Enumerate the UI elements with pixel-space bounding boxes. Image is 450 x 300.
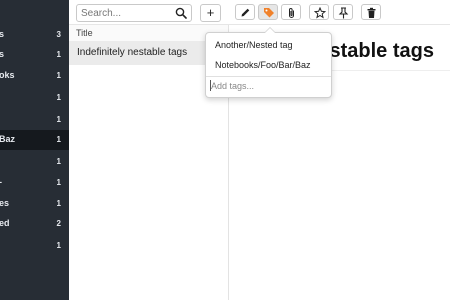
attachment-button[interactable] xyxy=(281,4,301,20)
sidebar-item[interactable]: 1 xyxy=(0,152,69,172)
delete-button[interactable] xyxy=(361,4,381,20)
sidebar-item[interactable]: es 1 xyxy=(0,194,69,214)
sidebar: s 3 s 1 oks 1 1 1 Baz 1 1 - 1 es 1 ed 2 … xyxy=(0,0,69,300)
column-title-label: Title xyxy=(76,28,93,38)
sidebar-item-label: s xyxy=(0,49,5,59)
tag-option[interactable]: Notebooks/Foo/Bar/Baz xyxy=(215,60,311,70)
sidebar-item-count: 1 xyxy=(56,115,61,124)
sidebar-item[interactable]: 1 xyxy=(0,236,69,256)
sidebar-item-count: 1 xyxy=(56,199,61,208)
paperclip-icon xyxy=(289,8,294,18)
favorite-button[interactable] xyxy=(309,4,329,20)
sidebar-item-label: oks xyxy=(0,70,15,80)
search-box[interactable] xyxy=(76,4,192,22)
sidebar-item-count: 1 xyxy=(56,135,61,144)
sidebar-item-count: 1 xyxy=(56,178,61,187)
sidebar-item[interactable]: ed 2 xyxy=(0,214,69,234)
tag-icon xyxy=(264,8,274,18)
sidebar-item[interactable]: s 3 xyxy=(0,25,69,45)
sidebar-item[interactable]: 1 xyxy=(0,88,69,108)
sidebar-item-count: 1 xyxy=(56,50,61,59)
sidebar-item-active[interactable]: Baz 1 xyxy=(0,130,69,150)
sidebar-item-label: ed xyxy=(0,218,10,228)
sidebar-item-label: - xyxy=(0,177,2,187)
sidebar-item[interactable]: oks 1 xyxy=(0,66,69,86)
sidebar-item[interactable]: 1 xyxy=(0,110,69,130)
add-tags-input[interactable] xyxy=(211,79,323,93)
edit-button[interactable] xyxy=(235,4,255,20)
sidebar-item-count: 1 xyxy=(56,93,61,102)
editor-toolbar xyxy=(228,0,450,25)
sidebar-item-label: Baz xyxy=(0,134,16,144)
sidebar-item-count: 3 xyxy=(56,30,61,39)
trash-icon xyxy=(367,7,376,18)
note-title: Indefinitely nestable tags xyxy=(77,47,188,58)
tags-popup: Another/Nested tag Notebooks/Foo/Bar/Baz xyxy=(205,27,332,98)
sidebar-item-count: 1 xyxy=(56,241,61,250)
pencil-icon xyxy=(241,8,250,17)
popup-arrow xyxy=(264,27,276,33)
sidebar-item-count: 2 xyxy=(56,219,61,228)
sidebar-item-count: 1 xyxy=(56,157,61,166)
pin-icon xyxy=(338,7,349,19)
tag-option[interactable]: Another/Nested tag xyxy=(215,40,293,50)
star-icon xyxy=(314,7,326,19)
pin-button[interactable] xyxy=(333,4,353,20)
tags-button[interactable] xyxy=(258,4,278,20)
popup-divider xyxy=(206,76,331,77)
sidebar-item-label: es xyxy=(0,198,10,208)
search-input[interactable] xyxy=(81,6,173,20)
sidebar-item-label: s xyxy=(0,29,5,39)
sidebar-item-count: 1 xyxy=(56,71,61,80)
add-note-button[interactable]: + xyxy=(200,4,221,22)
search-icon[interactable] xyxy=(175,7,187,19)
sidebar-item[interactable]: - 1 xyxy=(0,173,69,193)
sidebar-item[interactable]: s 1 xyxy=(0,45,69,65)
